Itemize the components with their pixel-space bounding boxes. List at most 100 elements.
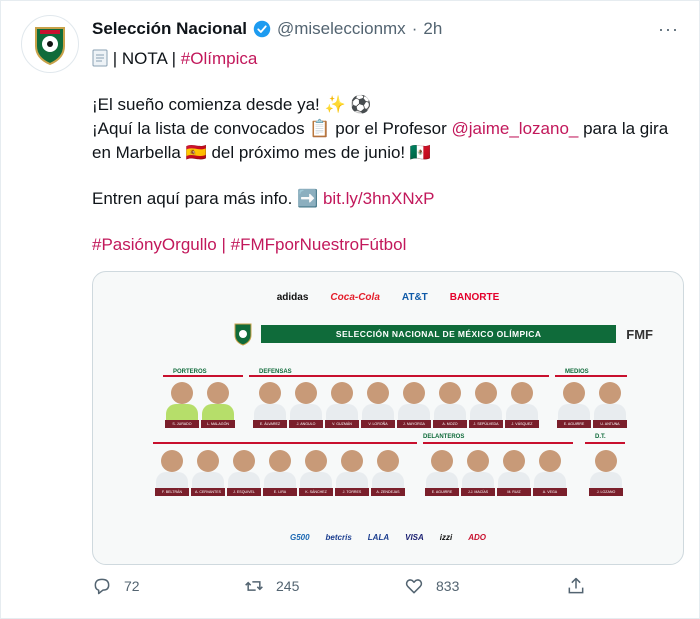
player-shirt: [372, 472, 404, 488]
player-card: A. CERVANTES: [191, 446, 225, 502]
player-photo: [171, 382, 193, 404]
player-photo: [341, 450, 363, 472]
hashtag-pasion[interactable]: #PasiónyOrgullo: [92, 235, 217, 254]
player-name: A. MOZO: [433, 420, 467, 428]
player-photo: [539, 450, 561, 472]
player-card: U. ANTUNA: [593, 378, 627, 434]
player-photo: [197, 450, 219, 472]
medios-top-row: E. AGUIRRE U. ANTUNA: [557, 378, 627, 434]
group-label-dt: D.T.: [595, 434, 606, 440]
player-name: K. SÁNCHEZ: [299, 488, 333, 496]
player-shirt: [326, 404, 358, 420]
player-shirt: [362, 404, 394, 420]
mention-jaime-lozano[interactable]: @jaime_lozano_: [451, 119, 578, 138]
tweet-line-hashtags: #PasiónyOrgullo | #FMFporNuestroFútbol: [92, 233, 682, 257]
player-photo: [599, 382, 621, 404]
player-shirt: [336, 472, 368, 488]
like-count: 833: [436, 578, 460, 594]
player-shirt: [228, 472, 260, 488]
sponsor-banorte: BANORTE: [449, 292, 500, 303]
sponsor-izzi: izzi: [439, 533, 453, 542]
player-photo: [331, 382, 353, 404]
player-shirt: [594, 404, 626, 420]
tweet-actions: 72 245 833: [92, 576, 612, 606]
player-photo: [295, 382, 317, 404]
player-photo: [467, 450, 489, 472]
group-rule-porteros: [163, 375, 243, 377]
info-text: Entren aquí para más info. ➡️: [92, 189, 319, 208]
player-photo: [207, 382, 229, 404]
player-shirt: [590, 472, 622, 488]
player-name: J. SEPÚLVEDA: [469, 420, 503, 428]
sponsors-top: adidas Coca-Cola AT&T BANORTE: [93, 292, 683, 303]
player-photo: [305, 450, 327, 472]
sponsor-adidas: adidas: [276, 292, 309, 303]
timestamp[interactable]: 2h: [423, 19, 442, 39]
player-name: F. BELTRÁN: [155, 488, 189, 496]
reply-count: 72: [124, 578, 140, 594]
player-card: J. VÁSQUEZ: [505, 378, 539, 434]
player-card: L. MALAGÓN: [201, 378, 235, 434]
player-shirt: [558, 404, 590, 420]
player-shirt: [202, 404, 234, 420]
mexico-crest-icon: [234, 323, 252, 346]
medios-bottom-row: F. BELTRÁN A. CERVANTES J. ESQUIVEL E. LIRA…: [155, 446, 405, 502]
player-shirt: [398, 404, 430, 420]
lista-text-b: para la gira: [583, 119, 669, 138]
retweet-icon: [245, 581, 263, 591]
retweet-button[interactable]: 245: [244, 576, 299, 596]
player-name: A. VEGA: [533, 488, 567, 496]
reply-button[interactable]: 72: [92, 576, 140, 596]
player-photo: [439, 382, 461, 404]
hashtag-fmf[interactable]: #FMFporNuestroFútbol: [231, 235, 407, 254]
player-photo: [431, 450, 453, 472]
player-photo: [161, 450, 183, 472]
player-card: F. BELTRÁN: [155, 446, 189, 502]
more-options-icon[interactable]: ···: [658, 19, 679, 40]
roster-image[interactable]: adidas Coca-Cola AT&T BANORTE SELECCIÓN …: [92, 271, 684, 565]
player-card: J. TORRES: [335, 446, 369, 502]
tweet-line-sueno: ¡El sueño comienza desde ya! ✨ ⚽: [92, 95, 372, 114]
like-button[interactable]: 833: [404, 576, 459, 596]
tweet-header: Selección Nacional @miseleccionmx · 2h: [92, 19, 442, 39]
group-rule-medios: [555, 375, 627, 377]
sponsor-lala: LALA: [367, 533, 390, 542]
player-card: J. SEPÚLVEDA: [469, 378, 503, 434]
group-rule-delanteros: [423, 442, 573, 444]
player-card: A. VEGA: [533, 446, 567, 502]
sponsors-bottom: G500 betcris LALA VISA izzi ADO: [93, 533, 683, 542]
avatar[interactable]: [21, 15, 79, 73]
tweet-line-info: Entren aquí para más info. ➡️ bit.ly/3hn…: [92, 187, 682, 211]
sponsor-att: AT&T: [401, 292, 428, 303]
player-name: J. ESQUIVEL: [227, 488, 261, 496]
player-shirt: [166, 404, 198, 420]
heart-icon: [405, 579, 423, 594]
hashtag-olimpica[interactable]: #Olímpica: [181, 49, 258, 68]
user-name[interactable]: Selección Nacional: [92, 19, 247, 39]
player-card: V. GUZMÁN: [325, 378, 359, 434]
delanteros-row: E. AGUIRRE J.J. MACÍAS M. RUIZ A. VEGA: [425, 446, 567, 502]
player-shirt: [156, 472, 188, 488]
player-photo: [269, 450, 291, 472]
player-shirt: [434, 404, 466, 420]
info-link[interactable]: bit.ly/3hnXNxP: [323, 189, 435, 208]
sponsor-g500: G500: [289, 533, 310, 542]
player-name: E. AGUIRRE: [557, 420, 591, 428]
player-shirt: [290, 404, 322, 420]
player-name: M. RUIZ: [497, 488, 531, 496]
player-photo: [403, 382, 425, 404]
user-handle[interactable]: @miseleccionmx: [277, 19, 406, 39]
player-name: V. GUZMÁN: [325, 420, 359, 428]
player-card: J. LOZANO: [589, 446, 623, 502]
player-shirt: [462, 472, 494, 488]
player-name: A. ZENDEJAS: [371, 488, 405, 496]
fmf-crest-icon: [35, 27, 65, 66]
player-photo: [503, 450, 525, 472]
player-card: M. RUIZ: [497, 446, 531, 502]
player-shirt: [534, 472, 566, 488]
share-button[interactable]: [566, 576, 586, 596]
player-name: E. AGUIRRE: [425, 488, 459, 496]
player-card: A. ZENDEJAS: [371, 446, 405, 502]
player-shirt: [506, 404, 538, 420]
player-photo: [259, 382, 281, 404]
